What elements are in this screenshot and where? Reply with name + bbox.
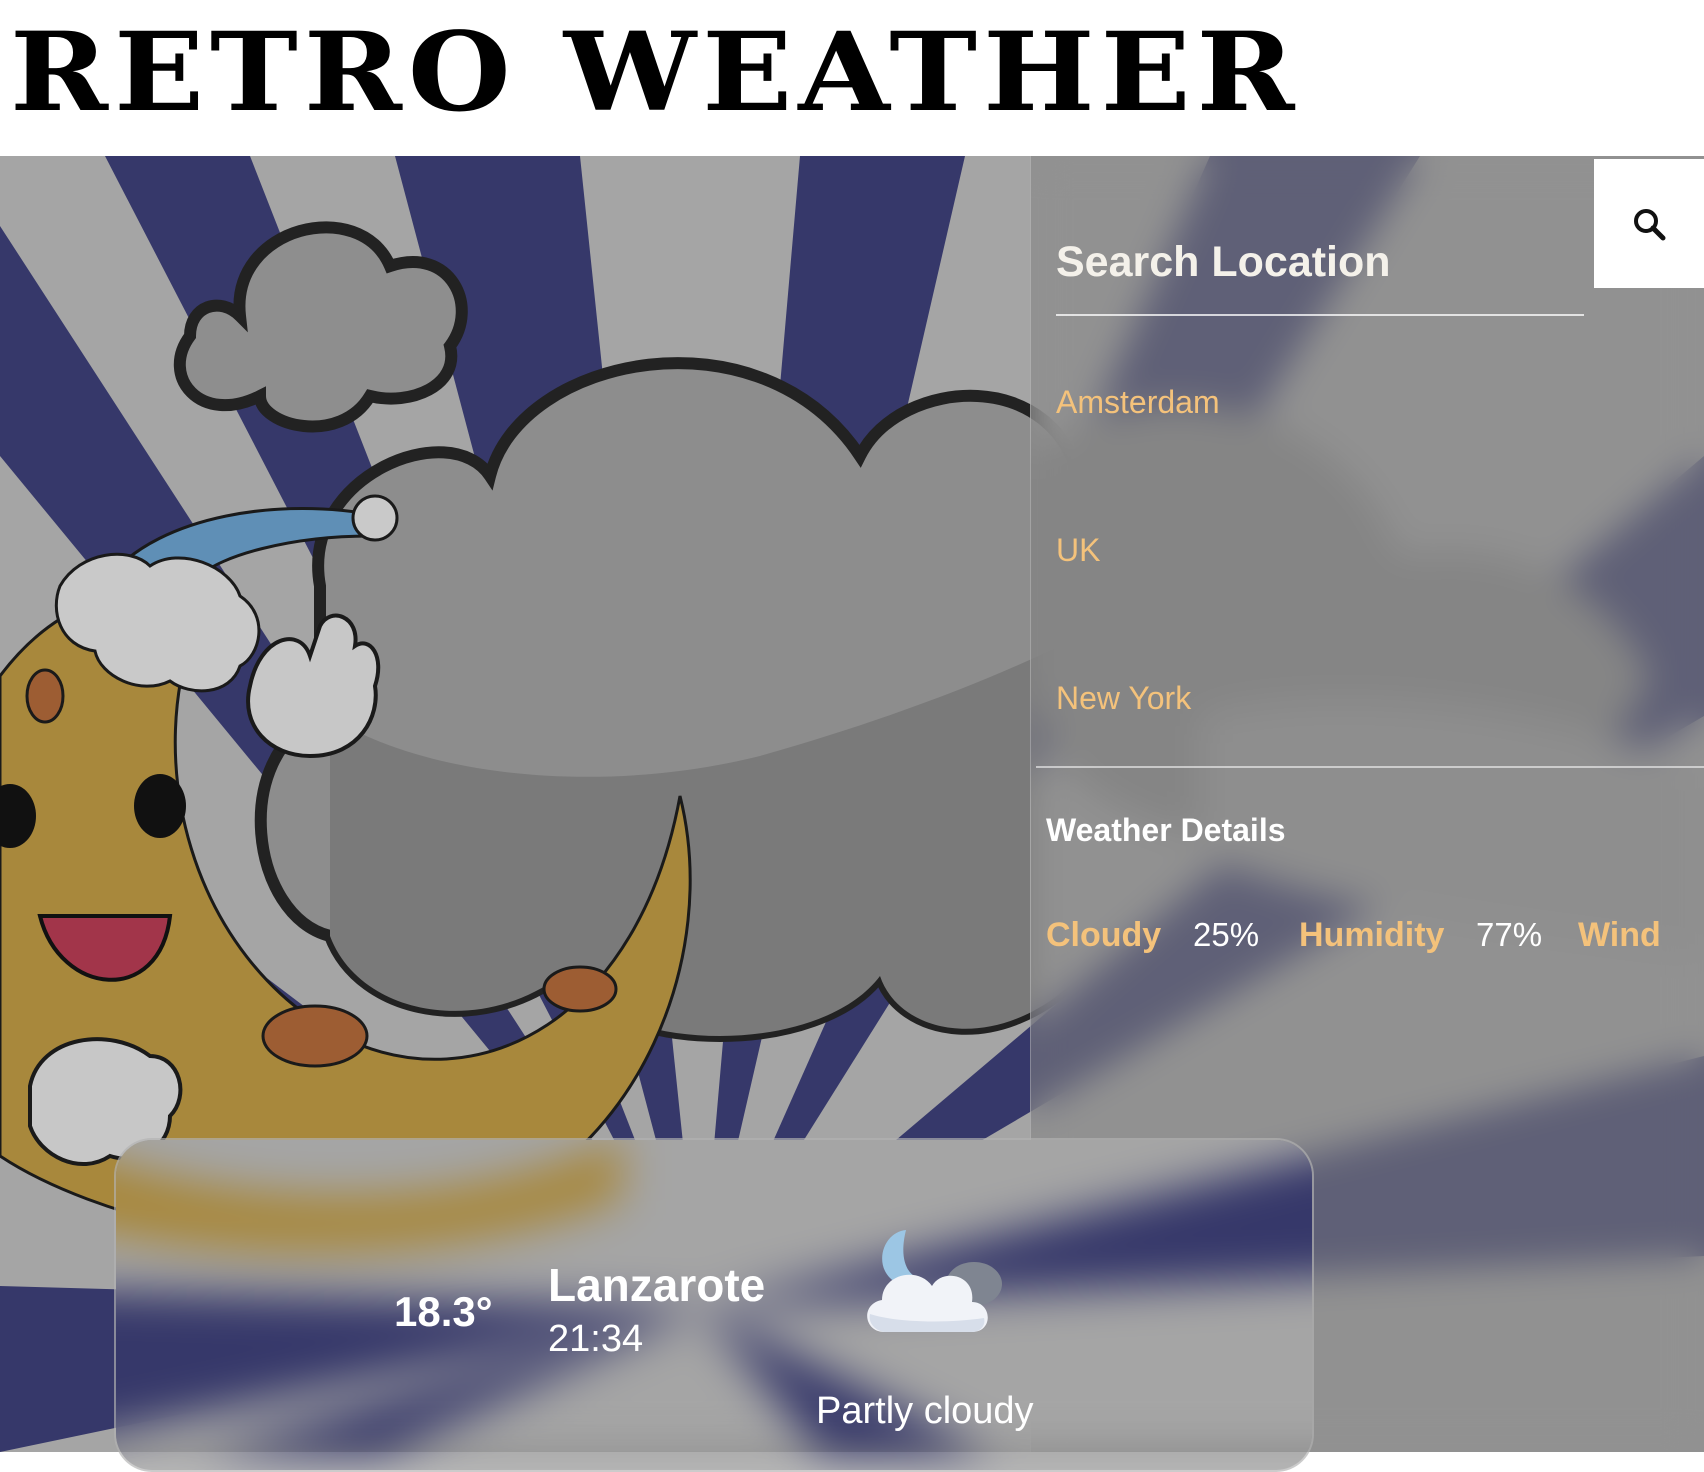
panel-divider — [1036, 766, 1704, 768]
app-title: RETRO WEATHER — [10, 7, 1301, 136]
temperature: 18.3° — [394, 1288, 493, 1335]
header: RETRO WEATHER — [0, 0, 1704, 156]
partly-cloudy-night-icon — [867, 1230, 1002, 1332]
weather-details-title: Weather Details — [1046, 812, 1286, 848]
search-button[interactable] — [1594, 159, 1704, 288]
search-input[interactable] — [1056, 222, 1584, 302]
location-item-uk[interactable]: UK — [1056, 532, 1100, 569]
location-item-new-york[interactable]: New York — [1056, 680, 1191, 717]
city-name: Lanzarote — [548, 1259, 766, 1311]
search-field — [1056, 222, 1584, 316]
detail-value-humidity: 77% — [1476, 916, 1543, 953]
detail-label-wind: Wind — [1578, 916, 1661, 954]
current-weather-card: 18.3° Lanzarote 21:34 Partly cloudy — [114, 1138, 1314, 1472]
detail-value-cloudy: 25% — [1193, 916, 1260, 953]
local-time: 21:34 — [548, 1318, 644, 1360]
location-item-amsterdam[interactable]: Amsterdam — [1056, 384, 1220, 421]
weather-condition: Partly cloudy — [816, 1390, 1034, 1432]
detail-label-humidity: Humidity — [1299, 916, 1445, 954]
search-icon — [1634, 208, 1666, 240]
detail-label-cloudy: Cloudy — [1046, 916, 1162, 954]
